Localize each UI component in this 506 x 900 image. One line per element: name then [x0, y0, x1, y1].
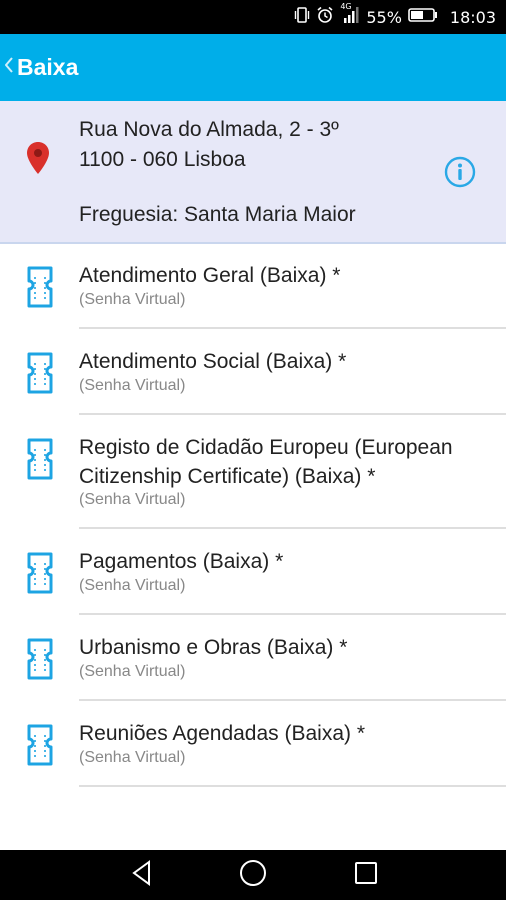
nav-recents-button[interactable] [336, 850, 396, 900]
chevron-left-icon [4, 56, 13, 79]
divider [79, 785, 506, 787]
ticket-icon [25, 437, 55, 486]
service-subtitle: (Senha Virtual) [79, 491, 186, 508]
ticket-icon [25, 637, 55, 686]
service-item[interactable]: Registo de Cidadão Europeu (European Cit… [0, 415, 506, 529]
ticket-icon [25, 723, 55, 772]
service-subtitle: (Senha Virtual) [79, 377, 186, 394]
service-title: Reuniões Agendadas (Baixa) * [79, 722, 366, 745]
recents-square-icon [354, 861, 378, 890]
service-title: Urbanismo e Obras (Baixa) * [79, 636, 348, 659]
signal-icon: 4G [340, 2, 360, 28]
battery-percent: 55% [366, 7, 402, 27]
status-icons: 4G 55% 18:03 [294, 0, 496, 34]
service-subtitle: (Senha Virtual) [79, 291, 186, 308]
ticket-icon [25, 265, 55, 314]
vibrate-icon [294, 6, 310, 28]
service-item[interactable]: Atendimento Social (Baixa) * (Senha Virtu… [0, 329, 506, 415]
clock: 18:03 [449, 7, 496, 27]
nav-home-button[interactable] [223, 850, 283, 900]
service-subtitle: (Senha Virtual) [79, 663, 186, 680]
app-bar: Baixa [0, 34, 506, 101]
network-type: 4G [340, 2, 352, 11]
address-street: Rua Nova do Almada, 2 - 3º [79, 118, 339, 141]
ticket-icon [25, 351, 55, 400]
info-icon[interactable] [444, 156, 476, 188]
page-title: Baixa [17, 54, 79, 80]
location-pin-icon [26, 141, 50, 180]
service-title: Atendimento Geral (Baixa) * [79, 264, 341, 287]
service-title: Atendimento Social (Baixa) * [79, 350, 347, 373]
service-list: Atendimento Geral (Baixa) * (Senha Virtua… [0, 243, 506, 787]
service-item[interactable]: Urbanismo e Obras (Baixa) * (Senha Virtua… [0, 615, 506, 701]
battery-icon [408, 7, 438, 27]
service-subtitle: (Senha Virtual) [79, 577, 186, 594]
navigation-bar [0, 850, 506, 900]
service-title: Registo de Cidadão Europeu (European Cit… [79, 436, 453, 488]
service-title: Pagamentos (Baixa) * [79, 550, 284, 573]
service-item[interactable]: Reuniões Agendadas (Baixa) * (Senha Virtu… [0, 701, 506, 787]
address-postal: 1100 - 060 Lisboa [79, 148, 246, 171]
service-item[interactable]: Atendimento Geral (Baixa) * (Senha Virtua… [0, 243, 506, 329]
service-subtitle: (Senha Virtual) [79, 749, 186, 766]
back-button[interactable]: Baixa [0, 34, 78, 101]
nav-back-button[interactable] [112, 850, 172, 900]
status-bar: 4G 55% 18:03 [0, 0, 506, 34]
service-item[interactable]: Pagamentos (Baixa) * (Senha Virtual) [0, 529, 506, 615]
ticket-icon [25, 551, 55, 600]
back-triangle-icon [129, 859, 155, 891]
address-parish: Freguesia: Santa Maria Maior [79, 203, 356, 226]
alarm-icon [316, 6, 334, 28]
home-circle-icon [239, 859, 267, 892]
